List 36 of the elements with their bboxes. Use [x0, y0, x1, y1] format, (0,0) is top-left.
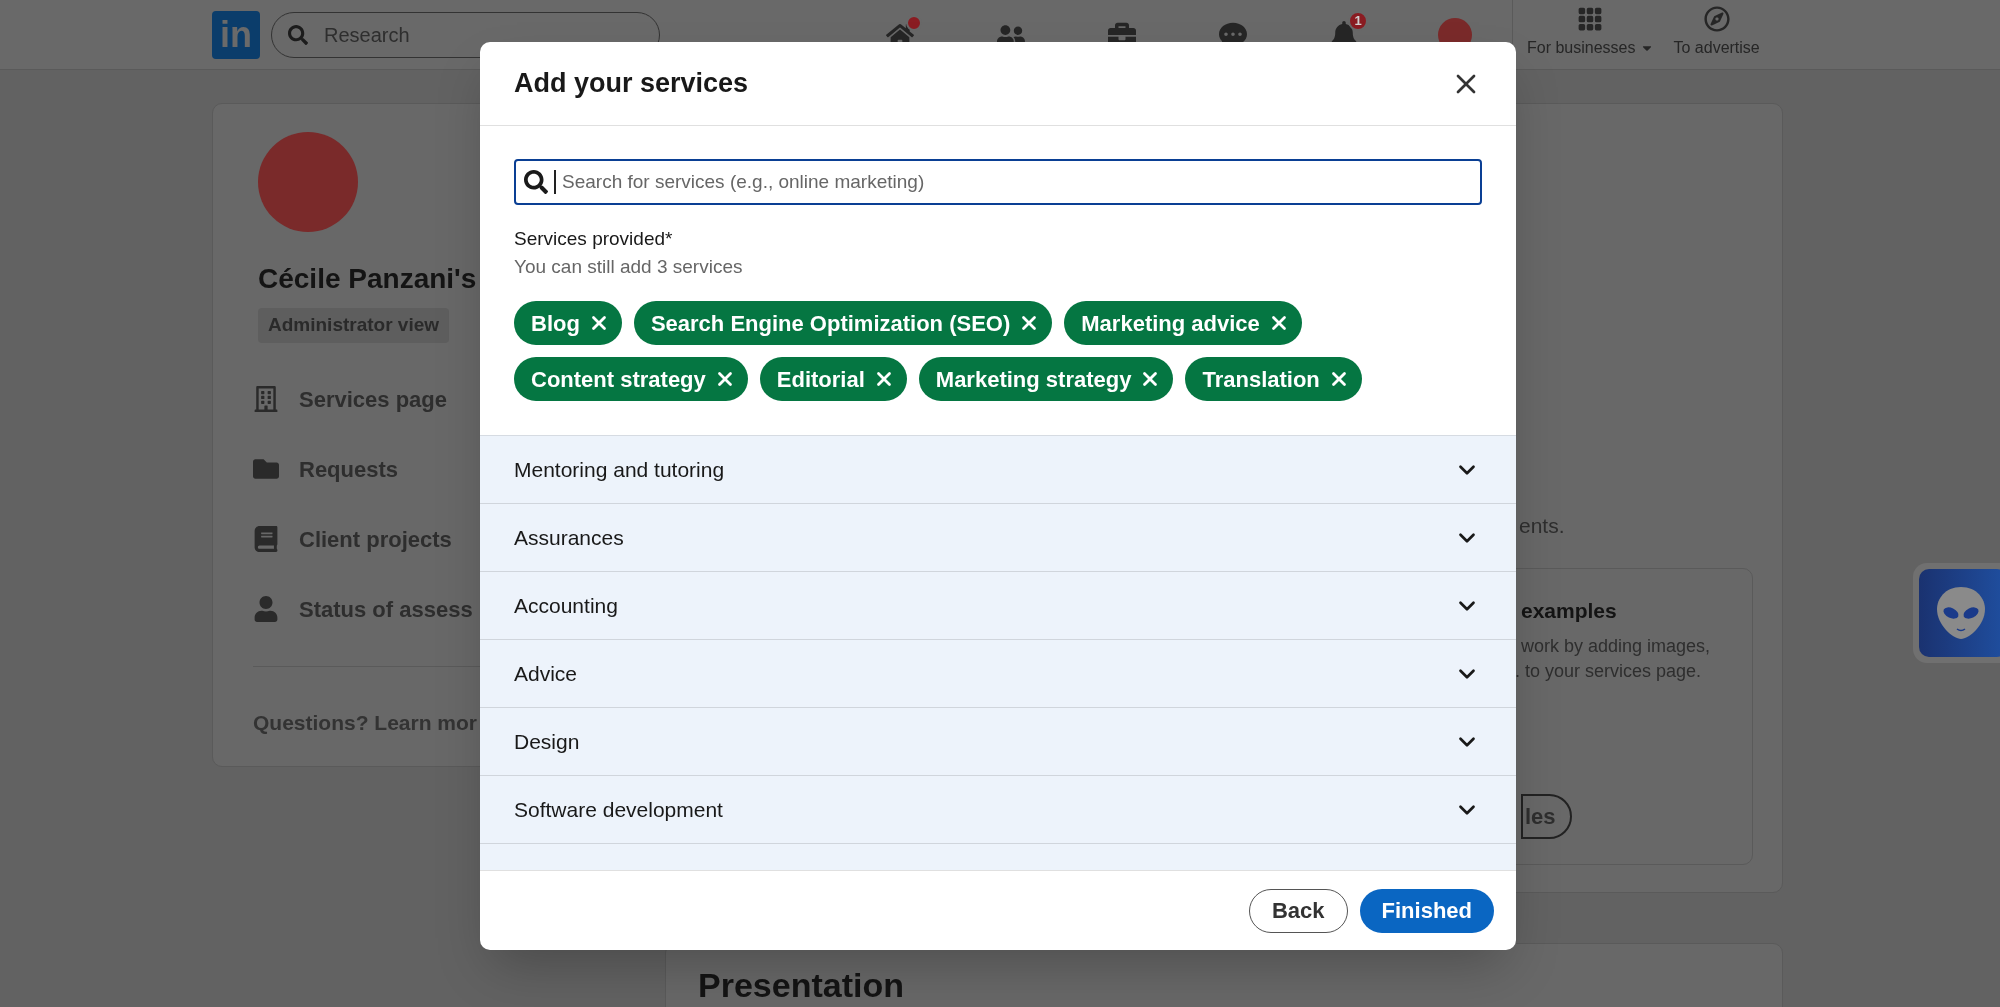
search-icon	[524, 170, 548, 194]
notification-count: 1	[1348, 10, 1368, 31]
description-text: ents.	[1519, 513, 1566, 539]
service-chip[interactable]: Editorial	[759, 357, 907, 401]
examples-description: . to your services page.	[1515, 660, 1703, 683]
back-button[interactable]: Back	[1248, 888, 1348, 933]
service-chip[interactable]: Marketing advice	[1064, 301, 1302, 345]
service-chip[interactable]: Search Engine Optimization (SEO)	[633, 301, 1053, 345]
search-icon	[288, 24, 308, 45]
examples-title: examples	[1521, 597, 1618, 624]
field-hint: You can still add 3 services	[514, 255, 744, 279]
page-name: Cécile Panzani's	[258, 263, 477, 294]
category-row[interactable]: Design	[480, 708, 1516, 776]
category-row[interactable]: Accounting	[480, 572, 1516, 640]
dialog-title: Add your services	[514, 67, 749, 101]
service-chip[interactable]: Marketing strategy	[918, 357, 1174, 401]
category-row[interactable]: Advice	[480, 640, 1516, 708]
assistant-widget[interactable]	[1913, 563, 2000, 663]
compass-icon	[1703, 5, 1730, 32]
alien-icon	[1935, 585, 1987, 641]
search-field[interactable]: Search for services (e.g., online marketing)	[514, 159, 1482, 205]
field-label: Services provided*	[514, 227, 674, 251]
building-icon	[253, 386, 279, 412]
folder-icon	[253, 456, 279, 482]
category-row[interactable]: Software development	[480, 776, 1516, 844]
person-icon	[253, 596, 279, 622]
finished-button[interactable]: Finished	[1359, 888, 1494, 933]
service-chip[interactable]: Content strategy	[514, 357, 748, 401]
service-chip[interactable]: Translation	[1185, 357, 1362, 401]
examples-description: work by adding images,	[1521, 635, 1712, 658]
grid-icon	[1577, 5, 1604, 32]
category-row[interactable]: Mentoring and tutoring	[480, 436, 1516, 504]
section-title: Presentation	[698, 966, 904, 1004]
service-chip[interactable]: Blog	[514, 301, 622, 345]
category-row[interactable]: Assurances	[480, 504, 1516, 572]
book-icon	[253, 526, 279, 552]
